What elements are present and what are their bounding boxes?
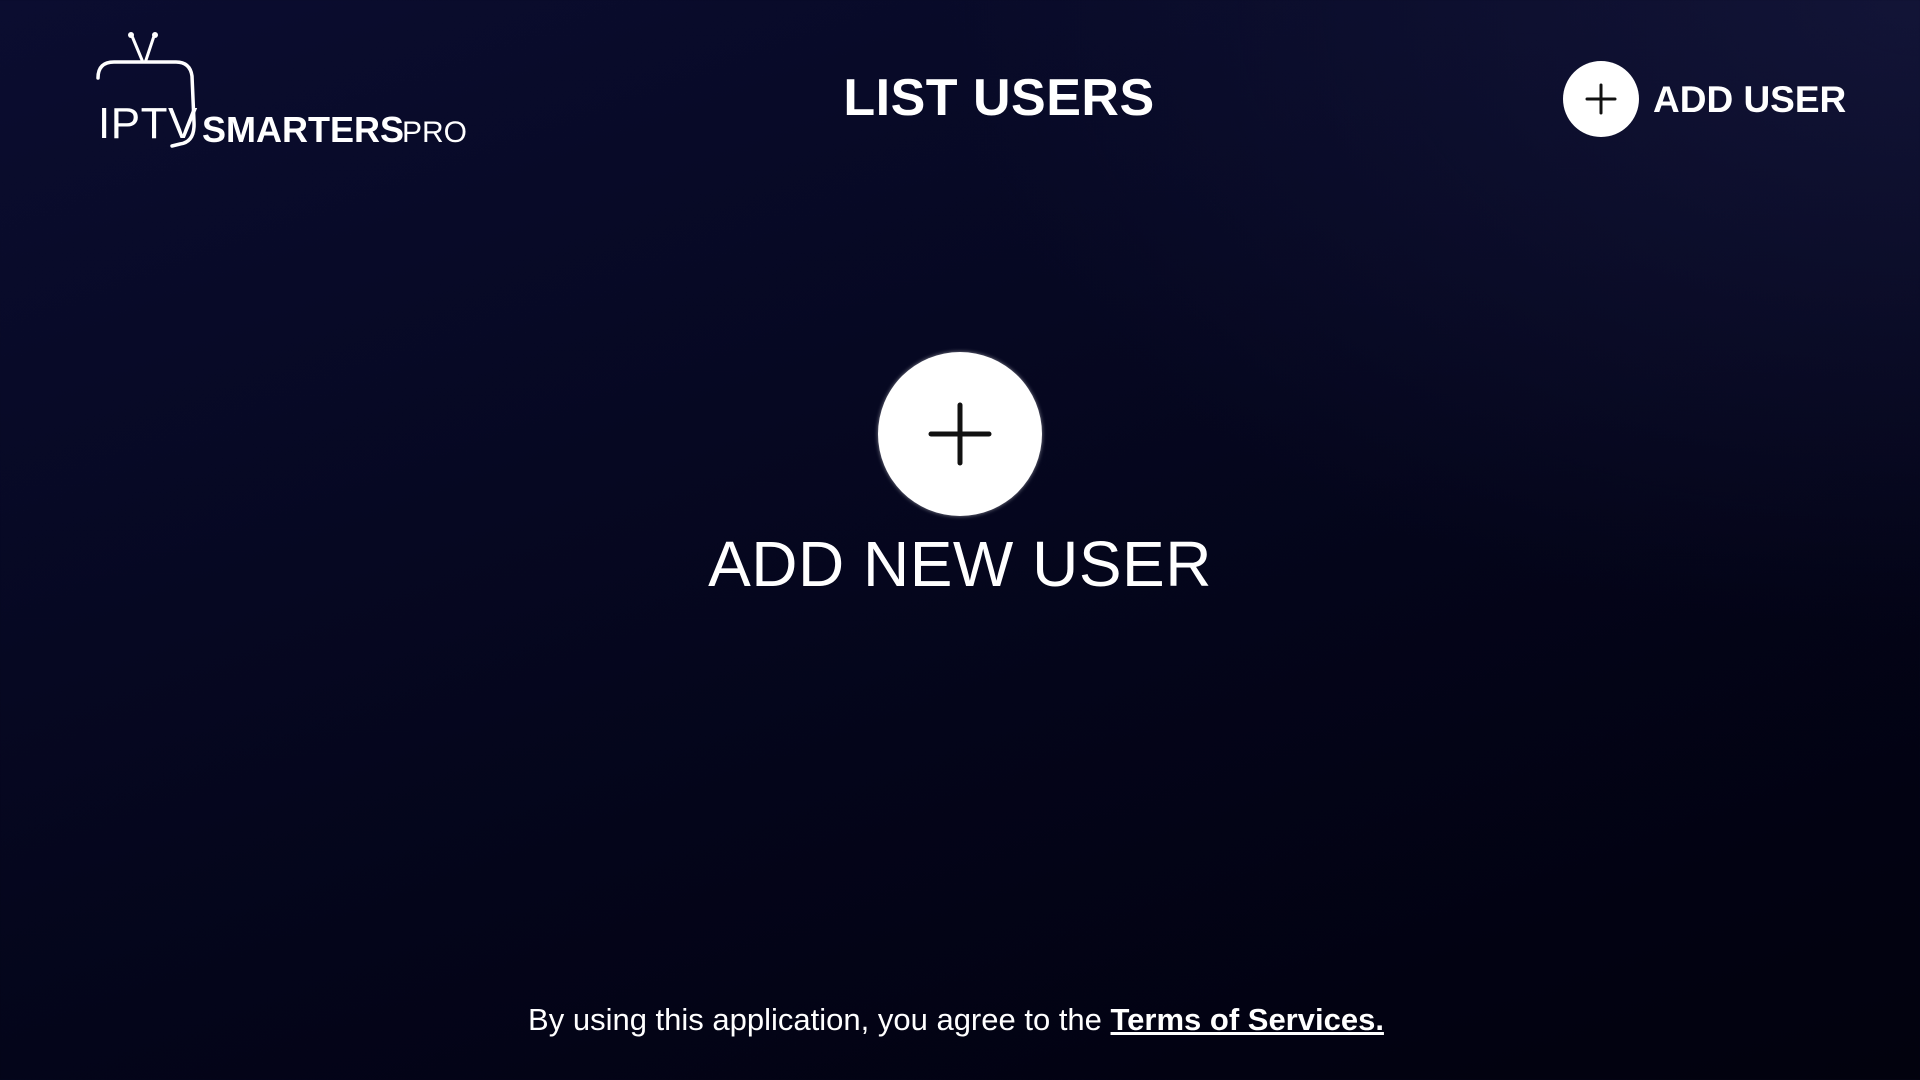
add-new-user-label[interactable]: ADD NEW USER bbox=[708, 532, 1212, 596]
agreement-text: By using this application, you agree to … bbox=[528, 1002, 1111, 1037]
add-new-user-circle[interactable] bbox=[878, 352, 1042, 516]
add-user-button[interactable]: ADD USER bbox=[1563, 61, 1846, 137]
terms-agreement: By using this application, you agree to … bbox=[0, 1004, 1912, 1035]
add-user-circle[interactable] bbox=[1563, 61, 1639, 137]
add-user-label[interactable]: ADD USER bbox=[1653, 81, 1846, 118]
add-new-user-button[interactable]: ADD NEW USER bbox=[660, 352, 1260, 602]
plus-icon bbox=[1585, 83, 1617, 115]
terms-of-services-link[interactable]: Terms of Services. bbox=[1111, 1002, 1384, 1037]
plus-icon bbox=[928, 402, 992, 466]
